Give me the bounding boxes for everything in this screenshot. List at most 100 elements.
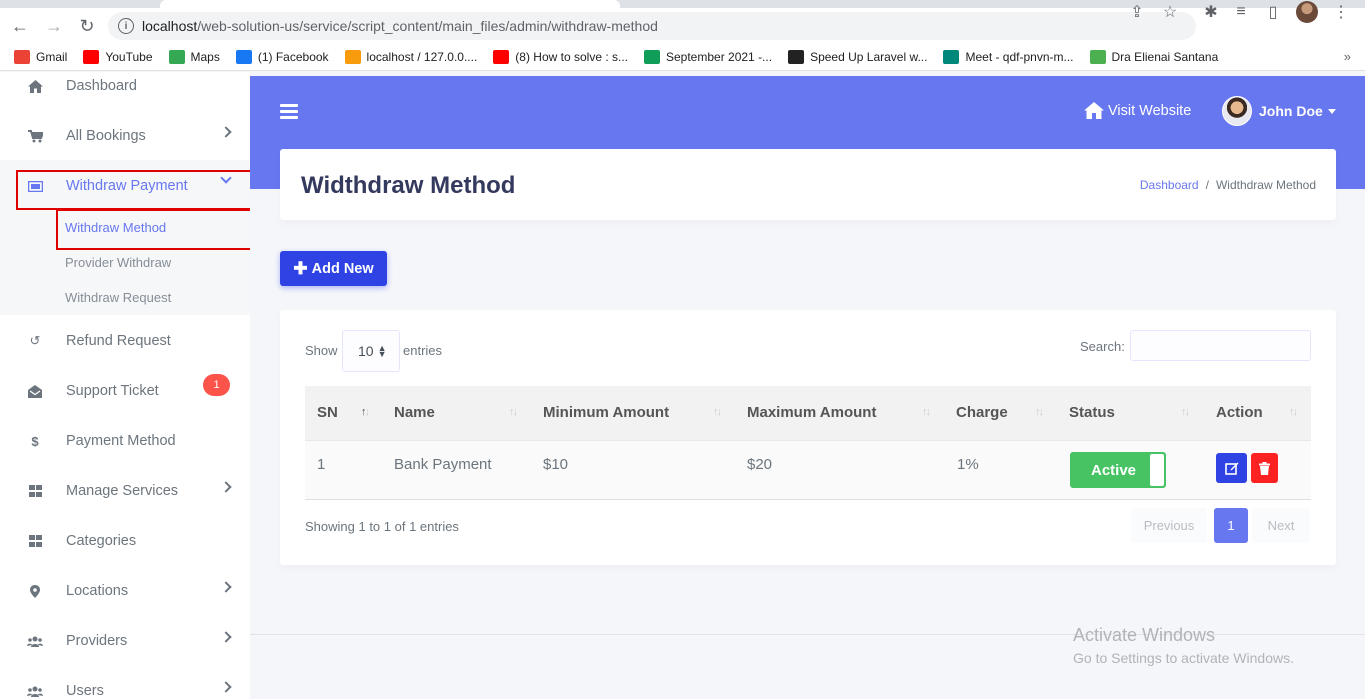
- address-toolbar: ← → ↻ i localhost/web-solution-us/servic…: [0, 1, 1365, 44]
- media-icon[interactable]: ≡: [1227, 0, 1255, 26]
- column-header-minimum-amount[interactable]: Minimum Amount: [543, 404, 669, 421]
- star-icon[interactable]: ☆: [1156, 0, 1184, 26]
- cell-minimum-amount: $10: [543, 456, 569, 473]
- bookmark-item[interactable]: (8) How to solve : s...: [493, 50, 628, 64]
- bookmark-item[interactable]: Meet - qdf-pnvn-m...: [943, 50, 1074, 64]
- sort-icon: ↑↓: [509, 406, 518, 418]
- profile-icon[interactable]: [1293, 0, 1321, 26]
- phpmyadmin-icon: [344, 50, 361, 64]
- sort-select-icon: ▲ ▼: [377, 343, 387, 359]
- sidebar-label-refund-request: Refund Request: [66, 333, 171, 349]
- url-bar[interactable]: i localhost/web-solution-us/service/scri…: [108, 12, 1196, 40]
- breadcrumb-dashboard-link[interactable]: Dashboard: [1140, 178, 1199, 192]
- search-input[interactable]: [1130, 330, 1311, 361]
- edit-button[interactable]: [1216, 453, 1247, 483]
- caret-down-icon: [1327, 108, 1336, 114]
- pagination-next[interactable]: Next: [1252, 508, 1310, 543]
- sort-icon: ↑↓: [713, 406, 722, 418]
- envelope-open-icon: [26, 383, 44, 399]
- sidebar-item-refund-request[interactable]: ↺ Refund Request: [0, 316, 250, 366]
- sidebar-label-dashboard: Dashboard: [66, 78, 137, 94]
- hamburger-icon[interactable]: [280, 104, 298, 119]
- bookmark-item[interactable]: Dra Elienai Santana: [1089, 50, 1219, 64]
- sidebar-item-users[interactable]: Users: [0, 666, 250, 699]
- column-header-sn[interactable]: SN: [317, 404, 338, 421]
- sort-icon: ↑↓: [922, 406, 931, 418]
- sidebar-item-categories[interactable]: Categories: [0, 516, 250, 566]
- reload-icon[interactable]: ↻: [73, 12, 101, 40]
- column-header-action[interactable]: Action: [1216, 404, 1263, 421]
- column-header-name[interactable]: Name: [394, 404, 435, 421]
- user-dropdown[interactable]: John Doe: [1222, 96, 1336, 126]
- bookmark-label: Gmail: [36, 50, 68, 64]
- search-label: Search:: [1080, 339, 1125, 354]
- laravel-icon: [788, 50, 805, 64]
- sidebar-item-dashboard[interactable]: Dashboard: [0, 72, 250, 111]
- withdraw-method-card: Show 10 ▲ ▼ entries Search: SN ↑↓ Name ↑↓…: [280, 310, 1336, 565]
- pagination-page-1[interactable]: 1: [1214, 508, 1248, 543]
- chevron-right-icon: [220, 581, 232, 593]
- breadcrumb-separator: /: [1205, 178, 1209, 192]
- sidebar-item-locations[interactable]: Locations: [0, 566, 250, 616]
- bookmark-label: September 2021 -...: [666, 50, 773, 64]
- bookmarks-bar: Gmail YouTube Maps (1) Facebook localhost / …: [0, 44, 1365, 71]
- delete-button[interactable]: [1251, 453, 1278, 483]
- page-title: Widthdraw Method: [301, 172, 516, 199]
- site-icon: [1089, 50, 1106, 64]
- extensions-icon[interactable]: ✱: [1197, 0, 1225, 26]
- sidebar-item-providers[interactable]: Providers: [0, 616, 250, 666]
- chevron-right-icon: [220, 681, 232, 693]
- status-toggle[interactable]: Active: [1070, 452, 1166, 488]
- active-tab[interactable]: [160, 0, 620, 8]
- trash-icon: [1259, 461, 1270, 475]
- bookmark-item[interactable]: Speed Up Laravel w...: [788, 50, 927, 64]
- bookmark-item[interactable]: localhost / 127.0.0....: [344, 50, 478, 64]
- sidebar: Dashboard All Bookings Withdraw Payment …: [0, 72, 250, 699]
- map-marker-icon: [26, 583, 44, 599]
- side-panel-icon[interactable]: ▯: [1259, 0, 1287, 26]
- share-icon[interactable]: ⇪: [1123, 0, 1151, 26]
- youtube-icon: [493, 50, 510, 64]
- forward-icon[interactable]: →: [40, 12, 68, 40]
- sidebar-subitem-withdraw-request[interactable]: Withdraw Request: [65, 290, 171, 305]
- sort-icon: ↑↓: [361, 406, 370, 418]
- sort-icon: ↑↓: [1289, 406, 1298, 418]
- highlight-box-withdraw-payment: [16, 170, 250, 210]
- back-icon[interactable]: ←: [6, 12, 34, 40]
- support-ticket-badge: 1: [203, 374, 230, 396]
- bookmark-label: Dra Elienai Santana: [1111, 50, 1219, 64]
- bookmark-item[interactable]: YouTube: [83, 50, 153, 64]
- column-header-maximum-amount[interactable]: Maximum Amount: [747, 404, 876, 421]
- column-header-charge[interactable]: Charge: [956, 404, 1008, 421]
- user-name: John Doe: [1259, 103, 1323, 119]
- column-header-status[interactable]: Status: [1069, 404, 1115, 421]
- menu-icon[interactable]: ⋮: [1327, 0, 1355, 26]
- facebook-icon: [235, 50, 252, 64]
- site-info-icon[interactable]: i: [118, 18, 134, 34]
- add-new-button[interactable]: ✚ Add New: [280, 251, 387, 286]
- status-toggle-label: Active: [1091, 461, 1137, 479]
- sidebar-item-manage-services[interactable]: Manage Services: [0, 466, 250, 516]
- sidebar-label-locations: Locations: [66, 583, 129, 599]
- visit-website-link[interactable]: Visit Website: [1084, 102, 1191, 119]
- chevron-right-icon: [220, 481, 232, 493]
- bookmark-item[interactable]: Maps: [168, 50, 220, 64]
- sidebar-subitem-provider-withdraw[interactable]: Provider Withdraw: [65, 255, 171, 270]
- bookmark-item[interactable]: Gmail: [14, 50, 67, 64]
- dollar-icon: $: [31, 433, 39, 449]
- bookmark-label: localhost / 127.0.0....: [366, 50, 478, 64]
- avatar: [1222, 96, 1252, 126]
- bookmarks-overflow-icon[interactable]: »: [1344, 49, 1351, 64]
- entries-length-select[interactable]: 10 ▲ ▼: [342, 330, 400, 372]
- maps-icon: [168, 50, 185, 64]
- sidebar-item-payment-method[interactable]: $ Payment Method: [0, 416, 250, 466]
- sidebar-label-payment-method: Payment Method: [66, 433, 176, 449]
- sort-icon: ↑↓: [1181, 406, 1190, 418]
- bookmark-item[interactable]: (1) Facebook: [235, 50, 329, 64]
- pagination-previous[interactable]: Previous: [1131, 508, 1207, 543]
- undo-icon: ↺: [29, 333, 41, 348]
- bookmark-item[interactable]: September 2021 -...: [644, 50, 772, 64]
- home-icon: [26, 78, 44, 94]
- sidebar-item-all-bookings[interactable]: All Bookings: [0, 111, 250, 161]
- bookmark-label: Maps: [190, 50, 220, 64]
